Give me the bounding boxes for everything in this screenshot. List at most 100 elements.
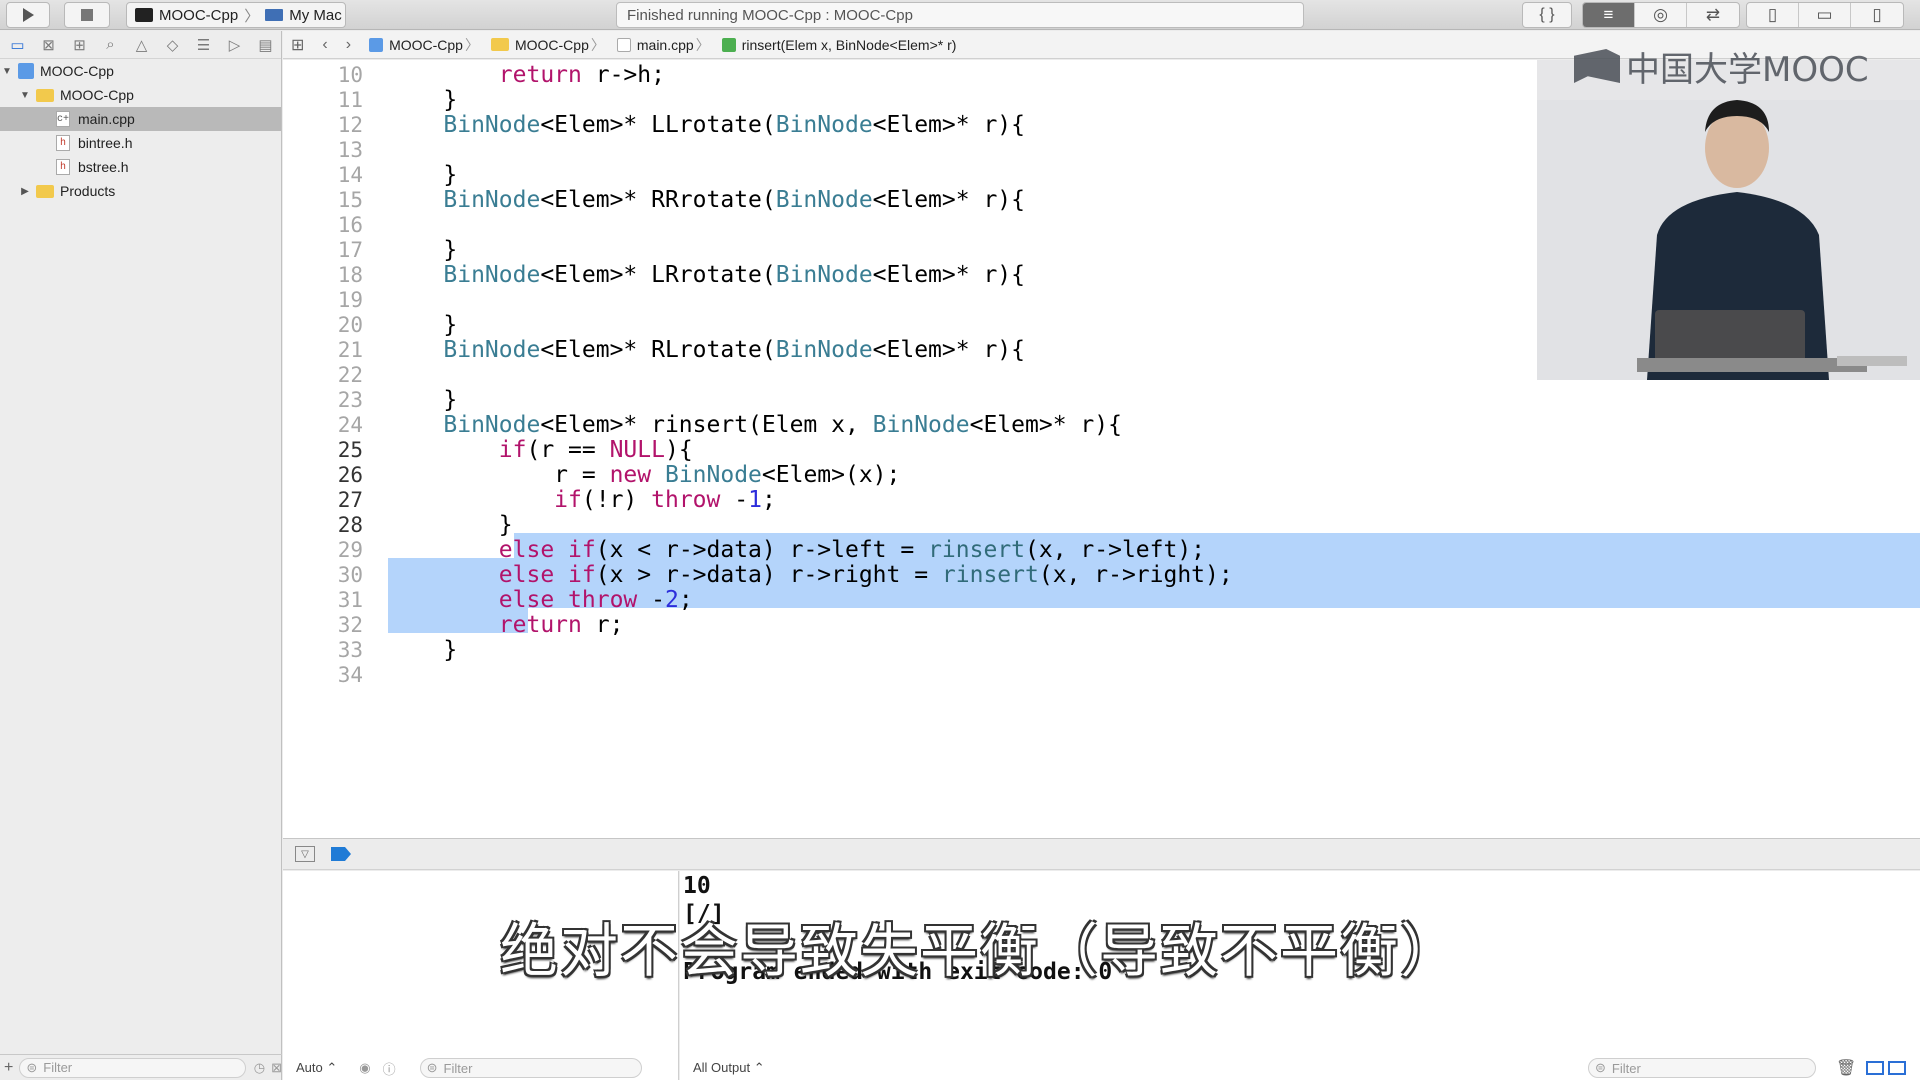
standard-editor-icon[interactable]: ≡ xyxy=(1583,3,1635,27)
console-filter-input[interactable]: ⊜ Filter xyxy=(1588,1058,1816,1078)
filter-placeholder: Filter xyxy=(1611,1060,1641,1076)
crumb-file[interactable]: main.cpp 〉 xyxy=(616,35,716,55)
header-file-icon: h xyxy=(56,159,70,175)
breakpoint-icon[interactable]: ▷ xyxy=(219,36,250,54)
navigator-filter-input[interactable]: ⊜ Filter xyxy=(19,1057,246,1078)
console-line: 10 xyxy=(683,873,711,899)
debug-icon[interactable]: ☰ xyxy=(188,36,219,54)
crumb-label: MOOC-Cpp xyxy=(514,36,589,53)
recent-icon[interactable]: ◷ xyxy=(254,1060,265,1076)
scheme-selector[interactable]: MOOC-Cpp 〉 My Mac xyxy=(126,2,346,28)
stop-button[interactable] xyxy=(64,2,110,28)
tree-label: MOOC-Cpp xyxy=(60,87,134,103)
crumb-group[interactable]: MOOC-Cpp 〉 xyxy=(490,35,611,55)
debug-bar: ▽ xyxy=(283,838,1920,870)
output-selector[interactable]: All Output ⌃ xyxy=(693,1060,765,1076)
debug-area-toggle-icon[interactable]: ▭ xyxy=(1799,3,1851,27)
navigator-filter-bar: + ⊜ Filter ◷ ⊠ xyxy=(0,1054,282,1080)
filter-placeholder: Filter xyxy=(443,1060,473,1076)
play-icon xyxy=(23,8,34,22)
presenter-image xyxy=(1537,60,1920,380)
filter-icon: ⊜ xyxy=(426,1060,438,1075)
tree-group[interactable]: ▼ MOOC-Cpp xyxy=(0,83,281,107)
scheme-project: MOOC-Cpp xyxy=(159,6,239,24)
grid-icon[interactable]: ⊞ xyxy=(291,35,304,55)
header-file-icon: h xyxy=(56,135,70,151)
disclosure-closed-icon[interactable]: ▶ xyxy=(18,186,32,197)
chevron-right-icon: 〉 xyxy=(695,36,710,53)
tree-file-bintree[interactable]: h bintree.h xyxy=(0,131,281,155)
folder-icon[interactable]: ▭ xyxy=(2,36,33,54)
tree-label: main.cpp xyxy=(78,111,135,127)
source-control-icon[interactable]: ⊠ xyxy=(33,36,64,54)
folder-icon xyxy=(36,184,54,198)
tree-label: bstree.h xyxy=(78,159,129,175)
folder-icon xyxy=(36,88,54,102)
crumb-label: rinsert(Elem x, BinNode<Elem>* r) xyxy=(741,36,957,53)
split-right-icon[interactable] xyxy=(1888,1061,1907,1075)
auto-selector[interactable]: Auto ⌃ xyxy=(296,1060,337,1076)
variables-filter-input[interactable]: ⊜ Filter xyxy=(419,1058,642,1078)
variables-bottom-bar: Auto ⌃ ◉ ⓘ ⊜ Filter xyxy=(296,1056,642,1080)
filter-icon: ⊜ xyxy=(1595,1060,1606,1075)
scheme-device: My Mac xyxy=(289,6,342,24)
logo-text: 中国大学MOOC xyxy=(1626,49,1869,90)
split-left-icon[interactable] xyxy=(1866,1061,1885,1075)
mooc-logo-icon xyxy=(1574,49,1620,83)
tree-file-main[interactable]: c+ main.cpp xyxy=(0,107,281,131)
project-icon xyxy=(18,63,34,79)
forward-icon[interactable]: › xyxy=(346,36,351,54)
hide-debug-area-icon[interactable]: ▽ xyxy=(295,846,315,862)
chevron-right-icon: 〉 xyxy=(464,36,479,53)
add-icon[interactable]: + xyxy=(4,1059,13,1077)
code-line[interactable]: 34 xyxy=(283,660,1920,690)
disclosure-open-icon[interactable]: ▼ xyxy=(0,66,14,77)
mooc-logo: 中国大学MOOC xyxy=(1574,46,1869,90)
warning-icon[interactable]: △ xyxy=(126,36,157,54)
console-filter-bar: ⊜ Filter 🗑 xyxy=(1588,1056,1907,1080)
navigator-toggle-icon[interactable]: ▯ xyxy=(1747,3,1799,27)
test-icon[interactable]: ◇ xyxy=(157,36,188,54)
xcode-window: MOOC-Cpp 〉 My Mac Finished running MOOC-… xyxy=(0,0,1920,1080)
inspector-toggle-icon[interactable]: ▯ xyxy=(1851,3,1903,27)
filter-placeholder: Filter xyxy=(43,1060,73,1075)
info-icon[interactable]: ⓘ xyxy=(383,1059,396,1078)
filter-icon: ⊜ xyxy=(26,1059,38,1075)
disclosure-open-icon[interactable]: ▼ xyxy=(18,90,32,101)
assistant-editor-icon[interactable]: ◎ xyxy=(1635,3,1687,27)
report-icon[interactable]: ▤ xyxy=(250,36,281,54)
run-button[interactable] xyxy=(6,2,50,28)
braces-icon: { } xyxy=(1539,6,1555,23)
breakpoints-toggle-icon[interactable] xyxy=(331,847,351,861)
crumb-project[interactable]: MOOC-Cpp 〉 xyxy=(369,35,485,55)
trash-icon[interactable]: 🗑 xyxy=(1836,1058,1856,1078)
console-bottom-bar: All Output ⌃ xyxy=(693,1056,765,1080)
chevron-right-icon: 〉 xyxy=(244,7,260,25)
tree-file-bstree[interactable]: h bstree.h xyxy=(0,155,281,179)
tree-products[interactable]: ▶ Products xyxy=(0,179,281,203)
folder-icon xyxy=(490,38,509,51)
tree-project[interactable]: ▼ MOOC-Cpp xyxy=(0,59,281,83)
version-editor-icon[interactable]: ⇄ xyxy=(1687,3,1739,27)
chevron-right-icon: 〉 xyxy=(590,36,605,53)
panel-toggle-group: ▯ ▭ ▯ xyxy=(1746,2,1904,28)
stop-icon xyxy=(81,9,93,21)
terminal-icon xyxy=(135,8,153,22)
project-icon xyxy=(369,37,384,52)
activity-status: Finished running MOOC-Cpp : MOOC-Cpp xyxy=(616,2,1304,28)
cpp-file-icon: c+ xyxy=(56,111,70,127)
hierarchy-icon[interactable]: ⊞ xyxy=(64,36,95,54)
search-icon[interactable]: ⌕ xyxy=(95,36,126,53)
cpp-file-icon xyxy=(616,37,631,52)
tree-label: bintree.h xyxy=(78,135,133,151)
crumb-function[interactable]: rinsert(Elem x, BinNode<Elem>* r) xyxy=(721,36,957,53)
crumb-label: MOOC-Cpp xyxy=(389,36,463,53)
status-text: Finished running MOOC-Cpp : MOOC-Cpp xyxy=(627,6,913,24)
library-button[interactable]: { } xyxy=(1522,2,1572,28)
eye-icon[interactable]: ◉ xyxy=(359,1060,370,1076)
lecture-video xyxy=(1537,60,1920,380)
back-icon[interactable]: ‹ xyxy=(322,36,327,54)
tree-label: MOOC-Cpp xyxy=(40,63,114,79)
scm-filter-icon[interactable]: ⊠ xyxy=(271,1060,282,1076)
toolbar: MOOC-Cpp 〉 My Mac Finished running MOOC-… xyxy=(0,0,1920,30)
